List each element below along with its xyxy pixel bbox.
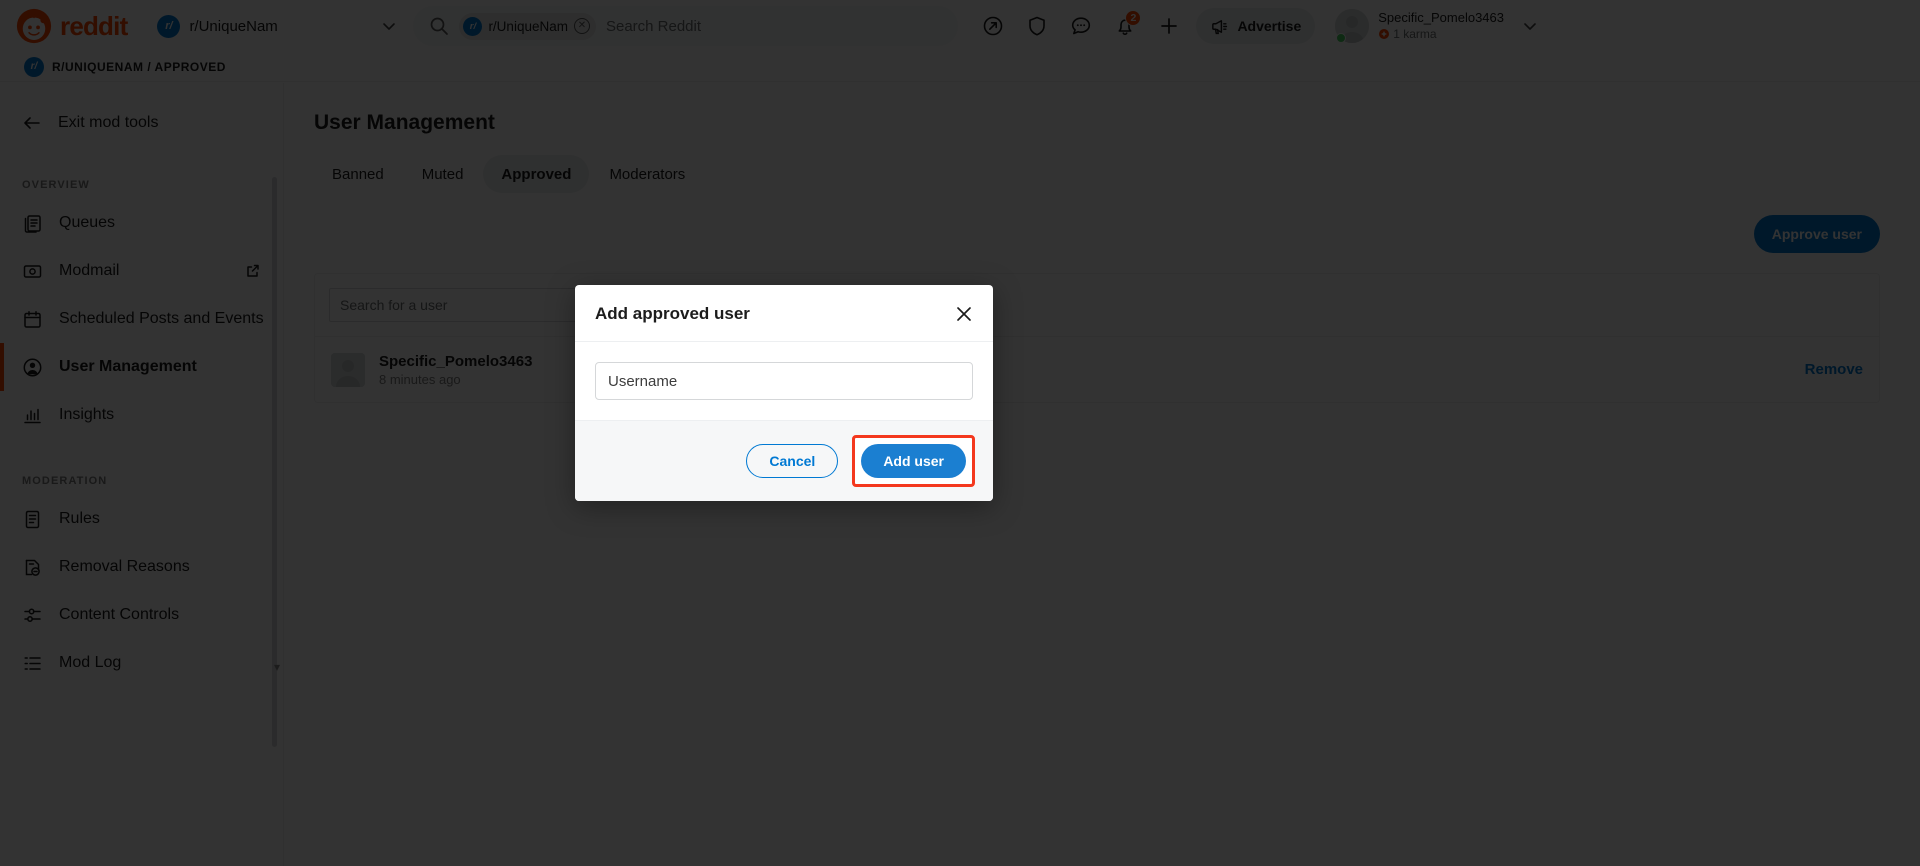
add-user-highlight: Add user [852,435,975,487]
modal-body [575,342,993,420]
close-icon[interactable] [953,303,975,325]
username-input[interactable] [595,362,973,400]
add-user-button[interactable]: Add user [861,444,966,478]
modal-header: Add approved user [575,285,993,342]
modal-title: Add approved user [595,304,750,323]
cancel-button[interactable]: Cancel [746,444,839,478]
add-approved-user-modal: Add approved user Cancel Add user [575,285,993,501]
modal-footer: Cancel Add user [575,420,993,501]
